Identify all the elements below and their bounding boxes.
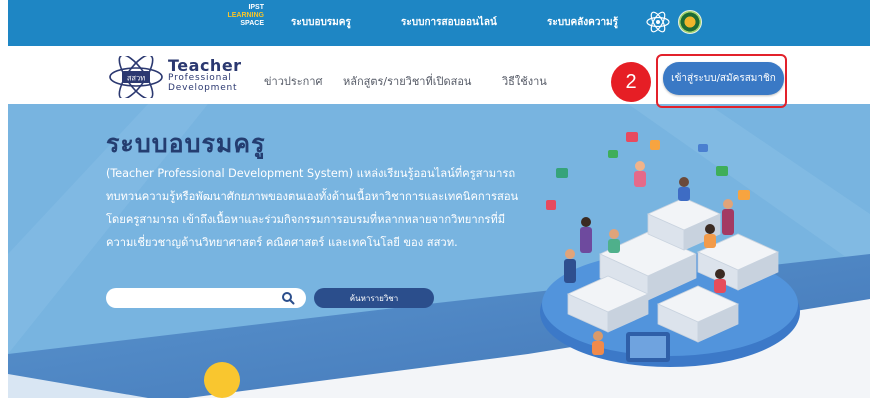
- logo-seal-text: สสวท: [127, 74, 145, 83]
- ipst-atom-logo-icon[interactable]: [645, 9, 671, 35]
- hero-description: (Teacher Professional Development System…: [106, 167, 519, 249]
- hero-title: ระบบอบรมครู: [106, 129, 266, 158]
- nav-courses[interactable]: หลักสูตร/รายวิชาที่เปิดสอน: [343, 72, 471, 90]
- nav-news[interactable]: ข่าวประกาศ: [264, 72, 323, 90]
- teacher-professional-development-logo[interactable]: สสวท Teacher Professional Development: [106, 56, 256, 98]
- top-nav-bar: IPST LEARNING SPACE ระบบอบรมครู ระบบการส…: [8, 0, 870, 46]
- logo-line-1: IPST: [248, 4, 264, 11]
- login-register-button[interactable]: เข้าสู่ระบบ/สมัครสมาชิก: [663, 62, 784, 95]
- brand-line-2: Professional: [168, 73, 232, 83]
- ministry-seal-icon[interactable]: [678, 10, 702, 34]
- decorative-yellow-circle: [204, 362, 240, 398]
- search-course-button[interactable]: ค้นหารายวิชา: [314, 288, 434, 308]
- search-icon[interactable]: [281, 291, 295, 305]
- nav-online-exam[interactable]: ระบบการสอบออนไลน์: [401, 15, 497, 30]
- tpd-atom-logo-icon: สสวท: [109, 56, 163, 98]
- nav-teacher-training[interactable]: ระบบอบรมครู: [291, 15, 351, 30]
- hero-banner: ระบบอบรมครู (Teacher Professional Develo…: [8, 104, 870, 398]
- logo-line-2: LEARNING: [227, 12, 264, 19]
- course-search-input[interactable]: [106, 288, 306, 308]
- brand-line-3: Development: [168, 83, 238, 93]
- step-number-badge: 2: [611, 62, 651, 102]
- nav-knowledge-base[interactable]: ระบบคลังความรู้: [547, 15, 618, 30]
- nav-how-to-use[interactable]: วิธีใช้งาน: [502, 72, 547, 90]
- logo-line-3: SPACE: [240, 20, 264, 27]
- ipst-learning-space-logo[interactable]: IPST LEARNING SPACE: [224, 4, 264, 28]
